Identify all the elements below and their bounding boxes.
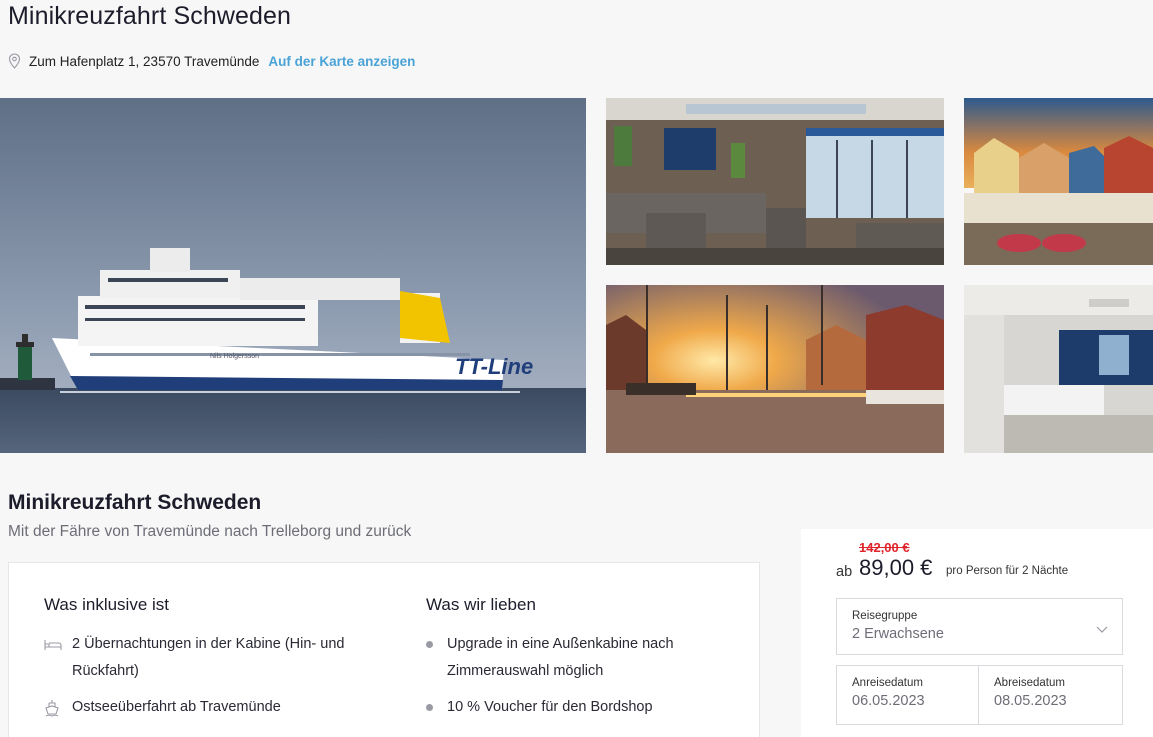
love-heading: Was wir lieben bbox=[426, 595, 536, 614]
arrival-date-field[interactable]: Anreisedatum 06.05.2023 bbox=[836, 665, 979, 725]
ship-lettering: TT-Line bbox=[455, 354, 533, 379]
list-item-text: Upgrade in eine Außenkabine nach Zimmera… bbox=[447, 636, 674, 679]
bed-icon bbox=[44, 631, 72, 658]
current-price: 89,00 € bbox=[859, 555, 933, 580]
list-item: 2 Übernachtungen in der Kabine (Hin- und… bbox=[44, 631, 374, 685]
chevron-down-icon bbox=[1096, 621, 1108, 633]
list-item-text: 10 % Voucher für den Bordshop bbox=[447, 699, 653, 715]
old-town-photo[interactable] bbox=[964, 98, 1153, 265]
list-item: 10 % Voucher für den Bordshop bbox=[426, 694, 746, 721]
arrival-date-value: 06.05.2023 bbox=[852, 693, 925, 709]
location-pin-icon bbox=[8, 53, 21, 69]
address-text: Zum Hafenplatz 1, 23570 Travemünde bbox=[29, 53, 260, 69]
travel-group-label: Reisegruppe bbox=[852, 610, 918, 622]
ship-name: Nils Holgersson bbox=[210, 353, 259, 360]
harbor-sunset-photo[interactable] bbox=[606, 285, 944, 453]
cabin-photo[interactable] bbox=[964, 285, 1153, 453]
departure-date-label: Abreisedatum bbox=[994, 677, 1065, 689]
travel-group-select[interactable]: Reisegruppe 2 Erwachsene bbox=[836, 598, 1123, 655]
show-on-map-link[interactable]: Auf der Karte anzeigen bbox=[268, 54, 415, 69]
list-item-text: 2 Übernachtungen in der Kabine (Hin- und… bbox=[72, 636, 345, 679]
travel-group-value: 2 Erwachsene bbox=[852, 626, 944, 642]
highlights-card: Was inklusive ist 2 Übernachtungen in de… bbox=[8, 562, 760, 737]
list-item-text: Ostseeüberfahrt ab Travemünde bbox=[72, 699, 281, 715]
departure-date-value: 08.05.2023 bbox=[994, 693, 1067, 709]
offer-heading: Minikreuzfahrt Schweden bbox=[8, 491, 262, 514]
bullet-icon bbox=[426, 631, 447, 658]
inclusive-section: Was inklusive ist 2 Übernachtungen in de… bbox=[44, 595, 374, 730]
arrival-date-label: Anreisedatum bbox=[852, 677, 923, 689]
price-note: pro Person für 2 Nächte bbox=[946, 565, 1069, 577]
list-item: Ostseeüberfahrt ab Travemünde bbox=[44, 694, 374, 721]
old-price: 142,00 € bbox=[859, 540, 910, 555]
list-item: Upgrade in eine Außenkabine nach Zimmera… bbox=[426, 631, 746, 685]
lounge-photo[interactable] bbox=[606, 98, 944, 265]
ferry-photo[interactable]: TT-Line Nils Holgersson bbox=[0, 98, 586, 453]
price-prefix: ab bbox=[836, 564, 853, 580]
ship-icon bbox=[44, 694, 72, 721]
love-section: Was wir lieben Upgrade in eine Außenkabi… bbox=[426, 595, 746, 730]
offer-subtitle: Mit der Fähre von Travemünde nach Trelle… bbox=[8, 523, 412, 540]
address-row: Zum Hafenplatz 1, 23570 Travemünde Auf d… bbox=[8, 52, 415, 70]
departure-date-field[interactable]: Abreisedatum 08.05.2023 bbox=[978, 665, 1123, 725]
page-title: Minikreuzfahrt Schweden bbox=[8, 2, 291, 30]
bullet-icon bbox=[426, 694, 447, 721]
inclusive-heading: Was inklusive ist bbox=[44, 595, 170, 614]
booking-box: 142,00 € ab 89,00 € pro Person für 2 Näc… bbox=[801, 529, 1153, 737]
